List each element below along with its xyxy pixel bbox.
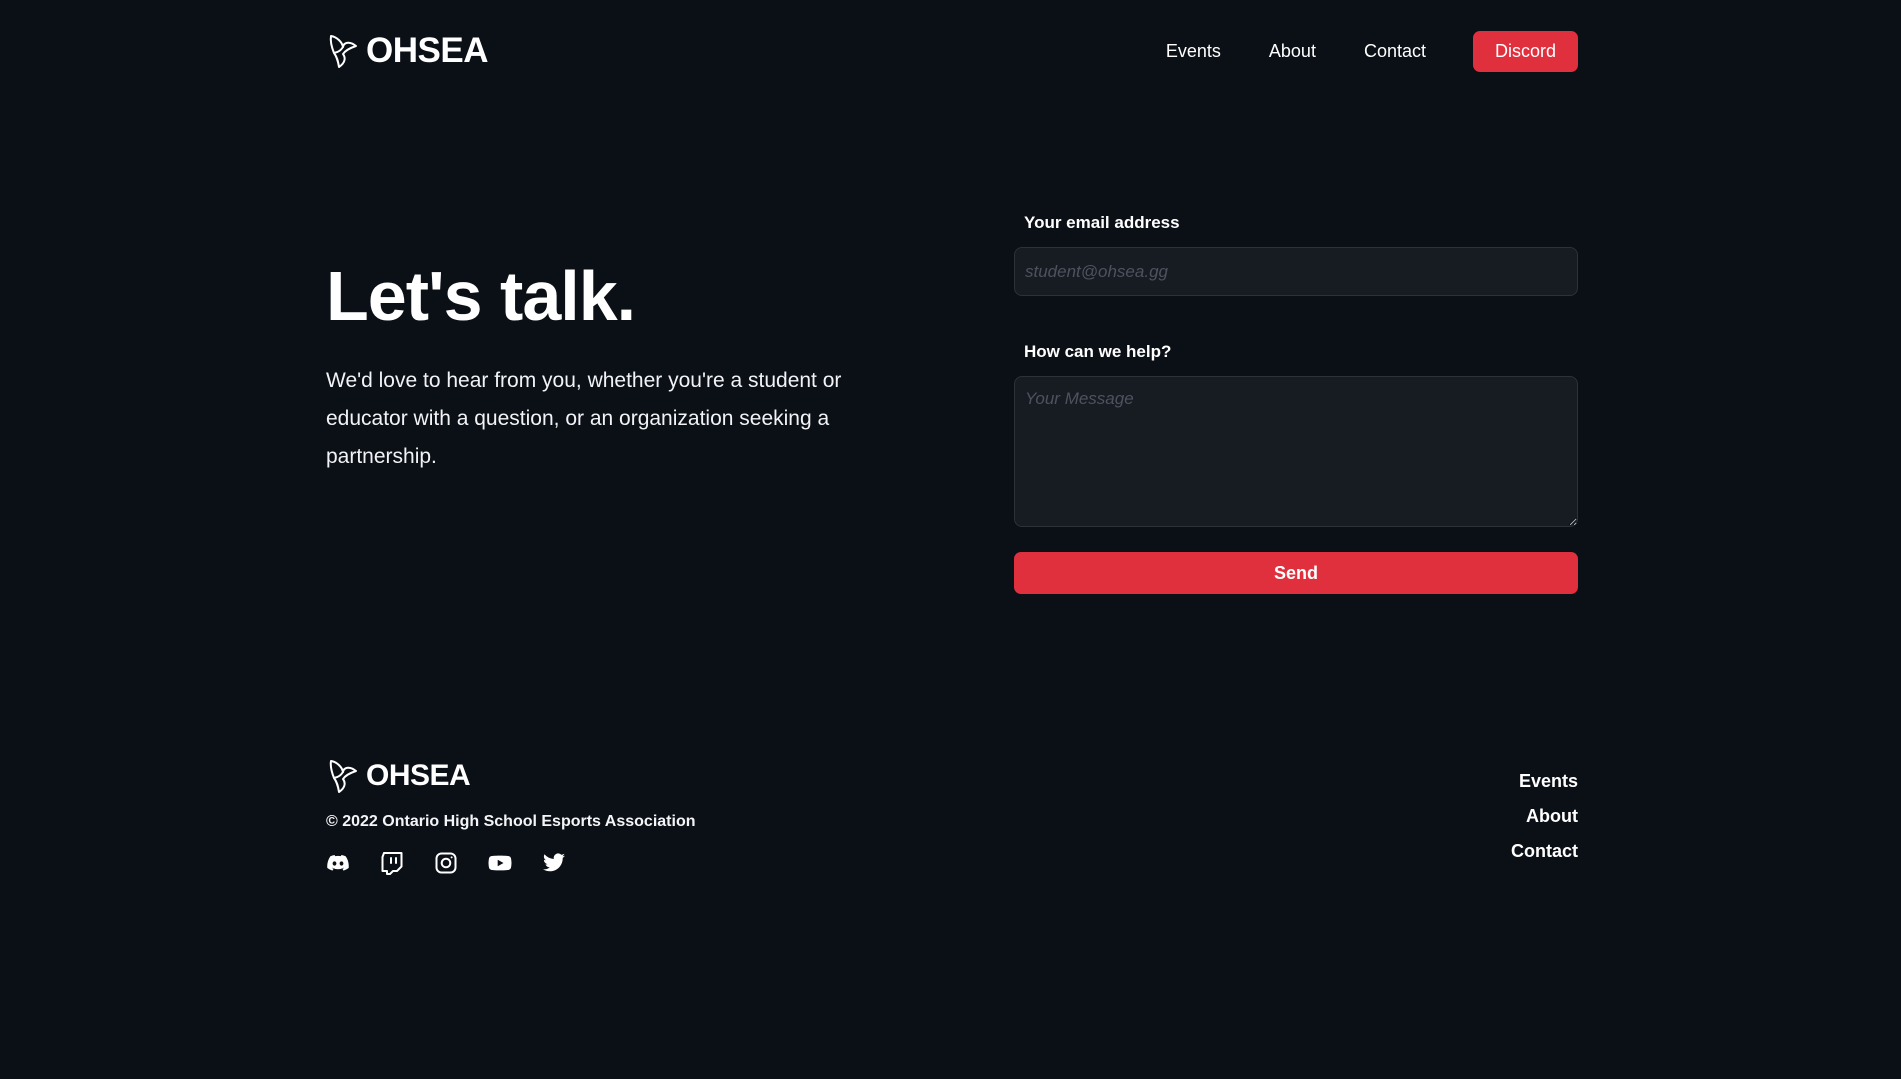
ohsea-logo-icon	[329, 35, 357, 68]
hero-description: We'd love to hear from you, whether you'…	[326, 369, 842, 468]
ohsea-logo-icon	[329, 760, 357, 793]
site-header: OHSEA Events About Contact Discord	[326, 26, 1578, 76]
contact-form: Your email address How can we help? Send	[1014, 210, 1578, 594]
brand-home-link[interactable]: OHSEA	[326, 31, 488, 71]
footer-brand-name: OHSEA	[366, 759, 471, 792]
discord-button[interactable]: Discord	[1473, 30, 1578, 72]
footer-nav: Events About Contact	[1511, 768, 1578, 873]
send-button[interactable]: Send	[1014, 552, 1578, 594]
instagram-icon[interactable]	[434, 851, 458, 875]
footer-link-contact[interactable]: Contact	[1511, 838, 1578, 873]
footer-link-about[interactable]: About	[1511, 803, 1578, 838]
youtube-icon[interactable]	[488, 851, 512, 875]
twitch-icon[interactable]	[380, 851, 404, 875]
main-nav: Events About Contact Discord	[1166, 30, 1578, 72]
footer-brand: OHSEA	[326, 758, 471, 794]
brand-name: OHSEA	[366, 31, 488, 70]
discord-icon[interactable]	[326, 851, 350, 875]
nav-link-about[interactable]: About	[1269, 41, 1316, 62]
copyright-text: © 2022 Ontario High School Esports Assoc…	[326, 813, 696, 830]
email-label: Your email address	[1024, 213, 1180, 232]
footer-link-events[interactable]: Events	[1511, 768, 1578, 803]
twitter-icon[interactable]	[542, 851, 566, 875]
page-title: Let's talk.	[326, 257, 636, 335]
message-label: How can we help?	[1024, 342, 1172, 361]
social-links	[326, 851, 566, 875]
nav-link-events[interactable]: Events	[1166, 41, 1221, 62]
nav-link-contact[interactable]: Contact	[1364, 41, 1426, 62]
message-textarea[interactable]	[1014, 376, 1578, 527]
email-field[interactable]	[1014, 247, 1578, 296]
